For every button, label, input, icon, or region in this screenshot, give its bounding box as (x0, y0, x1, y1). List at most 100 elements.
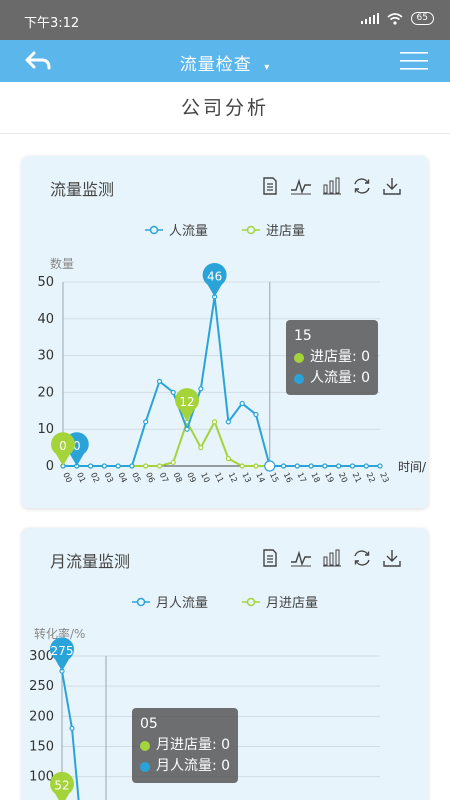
card-title: 流量监测 (50, 180, 115, 199)
series-dot-icon (294, 373, 304, 384)
legend-label: 月人流量 (155, 596, 208, 611)
wifi-icon (387, 12, 403, 25)
y-tick-label: 10 (37, 422, 54, 437)
status-time: 下午3:12 (24, 16, 80, 31)
data-point (198, 445, 204, 451)
series-line (63, 419, 380, 467)
x-tick-label: 15 (268, 471, 280, 484)
data-point (225, 419, 231, 425)
data-pin: 46 (202, 262, 227, 297)
data-view-icon[interactable] (260, 176, 280, 196)
legend-line-marker-icon (242, 597, 260, 606)
x-tick-label: 09 (185, 471, 197, 484)
legend-item-monthly-people[interactable]: 月人流量 (131, 592, 208, 611)
refresh-icon[interactable] (352, 176, 372, 196)
x-tick-label: 01 (75, 471, 87, 484)
app-title: 流量检查 (179, 55, 252, 75)
data-point (115, 463, 121, 469)
data-point (170, 459, 176, 465)
data-pin-label: 12 (179, 395, 194, 409)
data-pin: 0 (51, 432, 75, 466)
line-chart-icon[interactable] (290, 548, 312, 568)
data-point (156, 378, 163, 384)
bar-chart-icon[interactable] (322, 548, 342, 568)
series-dot-icon (140, 740, 150, 751)
data-pin: 52 (50, 771, 74, 800)
data-point (87, 463, 94, 469)
x-tick-label: 20 (337, 471, 349, 484)
x-tick-label: 02 (89, 471, 101, 484)
tooltip-row-label: 月人流量: 0 (156, 758, 231, 774)
x-tick-label: 22 (364, 471, 376, 484)
x-tick-label: 08 (171, 471, 183, 484)
data-point (184, 426, 190, 432)
data-point (225, 456, 231, 462)
app-bar: 流量检查 ▾ (0, 40, 450, 82)
data-point (143, 419, 149, 425)
data-point (170, 389, 176, 395)
download-icon[interactable] (382, 176, 402, 196)
tooltip-title: 15 (294, 328, 312, 344)
data-point (280, 463, 287, 469)
series-dot-icon (294, 352, 304, 363)
x-tick-label: 04 (116, 471, 128, 484)
y-tick-label: 50 (37, 275, 54, 290)
hamburger-menu-icon[interactable] (400, 50, 428, 76)
x-tick-label: 07 (158, 471, 170, 484)
tooltip-row: 月进店量: 0 (140, 735, 230, 756)
tooltip-row: 进店量: 0 (294, 347, 370, 368)
data-point (69, 725, 75, 732)
y-tick-label: 30 (37, 349, 54, 364)
data-point (349, 463, 356, 469)
refresh-icon[interactable] (352, 548, 372, 568)
data-point (101, 463, 107, 469)
legend-item-monthly-store[interactable]: 月进店量 (242, 592, 318, 611)
data-pin-label: 0 (59, 439, 67, 453)
y-tick-label: 20 (37, 385, 54, 400)
legend-line-marker-icon (242, 225, 260, 234)
app-title-dropdown[interactable]: 流量检查 ▾ (0, 50, 450, 75)
legend-item-store[interactable]: 进店量 (242, 220, 305, 239)
legend-label: 人流量 (168, 224, 208, 239)
tooltip-row: 月人流量: 0 (140, 756, 230, 777)
x-tick-label: 05 (130, 471, 142, 484)
data-pin-label: 52 (54, 779, 69, 793)
signal-icon (360, 13, 379, 24)
data-pin: 275 (50, 637, 74, 672)
x-tick-label: 16 (282, 471, 294, 484)
x-tick-label: 14 (254, 471, 266, 484)
legend-line-marker-icon (144, 225, 163, 234)
chart-tooltip: 05 月进店量: 0 月人流量: 0 (132, 708, 239, 783)
legend-label: 进店量 (266, 224, 306, 239)
battery-icon: 65 (410, 12, 434, 25)
data-point (239, 463, 245, 469)
y-axis-label: 数量 (50, 256, 74, 271)
x-tick-label: 11 (213, 471, 225, 484)
data-point (212, 419, 218, 425)
x-tick-label: 03 (103, 471, 115, 484)
bar-chart-icon[interactable] (322, 176, 342, 196)
data-point (129, 463, 135, 469)
chart-toolbox (260, 176, 402, 196)
x-tick-label: 06 (144, 471, 156, 484)
data-view-icon[interactable] (260, 548, 280, 568)
x-tick-label: 17 (295, 471, 307, 484)
tooltip-row-label: 人流量: 0 (310, 370, 371, 386)
status-icons: 65 (360, 12, 434, 25)
legend-item-people[interactable]: 人流量 (144, 220, 208, 239)
download-icon[interactable] (382, 548, 402, 568)
status-bar: 下午3:12 65 (0, 0, 450, 40)
line-chart-icon[interactable] (290, 176, 312, 196)
data-point (156, 463, 163, 469)
tooltip-row: 人流量: 0 (294, 368, 370, 389)
y-tick-label: 250 (29, 679, 54, 694)
data-point (253, 463, 259, 469)
data-point (198, 386, 204, 392)
card-title: 月流量监测 (50, 552, 131, 571)
data-point (308, 463, 314, 469)
flow-monitor-card: 流量监测 人流量 进店量 数量 0 10 20 30 40 50 00 01 02 03 04 05 06… (22, 156, 428, 508)
data-point (377, 463, 383, 469)
page-title: 公司分析 (0, 82, 450, 134)
legend-label: 月进店量 (266, 596, 319, 611)
tooltip-title: 05 (140, 716, 158, 732)
